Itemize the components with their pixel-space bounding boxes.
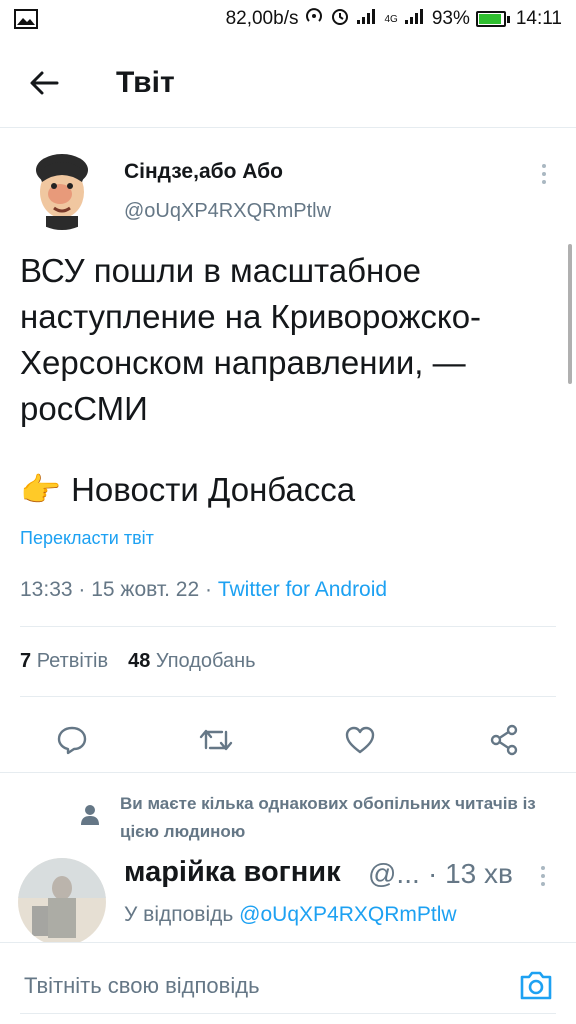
tweet-date: 15 жовт. 22 <box>91 578 200 601</box>
translate-tweet-link[interactable]: Перекласти твіт <box>20 528 154 549</box>
app-header: Твіт <box>0 38 576 128</box>
status-bar: 82,00b/s 4G 93% 14:11 <box>0 0 576 38</box>
share-icon <box>490 724 518 756</box>
reply-to-handle[interactable]: @oUqXP4RXQRmPtlw <box>239 903 456 926</box>
reply-input[interactable]: Твітніть свою відповідь <box>24 973 260 999</box>
retweets-label: Ретвітів <box>36 650 109 672</box>
more-vertical-icon <box>541 866 545 886</box>
retweet-button[interactable] <box>194 718 238 762</box>
tweet-client-link[interactable]: Twitter for Android <box>218 578 387 601</box>
reply-time: · 13 хв <box>428 858 513 889</box>
author-avatar[interactable] <box>20 146 104 230</box>
battery-percent: 93% <box>431 8 470 29</box>
mutual-followers-text: Ви маєте кілька однакових обопільних чит… <box>120 794 536 841</box>
page-title: Твіт <box>116 66 175 99</box>
reply-icon <box>57 726 87 755</box>
reply-button[interactable] <box>50 718 94 762</box>
signal-icon <box>356 7 378 31</box>
person-icon <box>80 804 100 846</box>
tweet-stats: 7 Ретвітів 48 Уподобань <box>20 650 256 673</box>
alarm-icon <box>330 6 350 32</box>
reply-more-button[interactable] <box>532 862 554 890</box>
tweet-link-text: Новости Донбасса <box>71 471 356 508</box>
tweet-actions <box>0 710 576 766</box>
divider <box>20 1013 556 1014</box>
mutual-followers-notice: Ви маєте кілька однакових обопільних чит… <box>80 790 540 846</box>
retweet-icon <box>199 729 233 751</box>
likes-stat[interactable]: 48 Уподобань <box>128 650 256 673</box>
arrow-left-icon <box>30 71 59 95</box>
reply-author-avatar[interactable] <box>18 858 106 946</box>
gallery-icon <box>14 9 38 29</box>
likes-count: 48 <box>128 650 151 672</box>
clock: 14:11 <box>515 8 562 29</box>
divider <box>20 696 556 697</box>
author-handle[interactable]: @oUqXP4RXQRmPtlw <box>124 200 331 223</box>
reply-author-name[interactable]: марійка вогник <box>124 856 341 889</box>
tweet-meta: 13:33 · 15 жовт. 22 · Twitter for Androi… <box>20 578 388 601</box>
back-button[interactable] <box>26 65 62 101</box>
more-vertical-icon <box>542 164 546 184</box>
likes-label: Уподобань <box>155 650 256 672</box>
signal-4g-icon <box>404 7 426 31</box>
author-name[interactable]: Сіндзе,або Або <box>124 160 283 184</box>
share-button[interactable] <box>482 718 526 762</box>
retweets-count: 7 <box>20 650 32 672</box>
hotspot-icon <box>304 6 324 32</box>
camera-button[interactable] <box>518 967 554 1003</box>
tweet-time: 13:33 <box>20 578 73 601</box>
reply-to-prefix: У відповідь <box>124 903 234 926</box>
camera-icon <box>520 971 552 1000</box>
divider <box>20 626 556 627</box>
retweets-stat[interactable]: 7 Ретвітів <box>20 650 108 673</box>
divider <box>0 772 576 773</box>
network-speed: 82,00b/s <box>225 8 299 29</box>
signal-4g-label: 4G <box>384 13 398 25</box>
scrollbar[interactable] <box>568 244 572 384</box>
tweet-link-line: 👉 Новости Донбасса <box>20 468 355 512</box>
battery-icon <box>475 11 510 27</box>
reply-to-line: У відповідь @oUqXP4RXQRmPtlw <box>124 903 457 927</box>
tweet-more-button[interactable] <box>530 160 558 188</box>
heart-icon <box>345 726 375 754</box>
pointing-hand-icon: 👉 <box>20 471 62 508</box>
reply-author-handle[interactable]: @... <box>368 858 420 890</box>
tweet-text: ВСУ пошли в масштабное наступление на Кр… <box>20 252 482 427</box>
like-button[interactable] <box>338 718 382 762</box>
compose-bar: Твітніть свою відповідь <box>0 942 576 1024</box>
